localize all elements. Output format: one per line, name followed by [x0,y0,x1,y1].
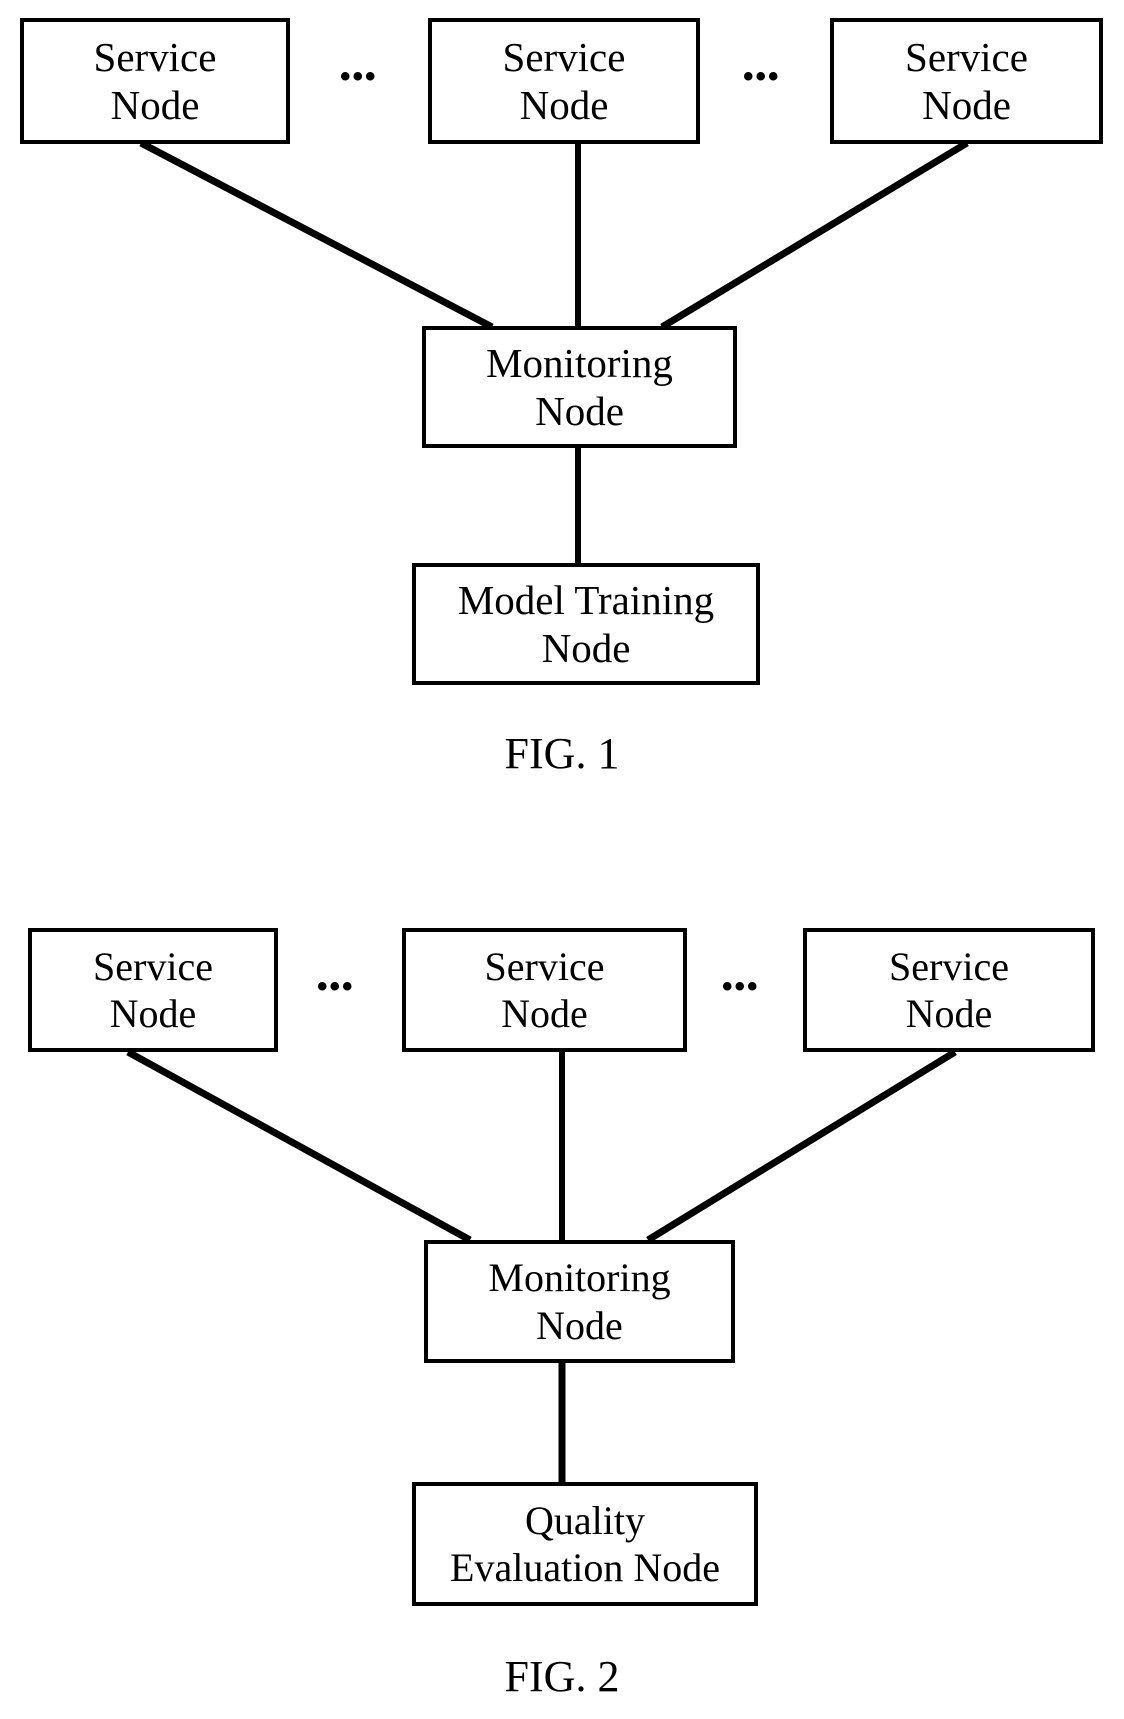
node-label-line2: Node [536,1302,623,1348]
node-label-line2: Evaluation Node [450,1545,720,1590]
node-label-line2: Node [922,82,1011,128]
connector-lines [126,139,969,1483]
fig2-service-node-middle[interactable]: Service Node [402,928,687,1052]
fig1-caption: FIG. 1 [504,729,620,778]
fig2-monitoring-node[interactable]: Monitoring Node [424,1240,735,1363]
node-label-line2: Node [109,991,197,1036]
edge-fig2-service-right-to-monitoring [646,1049,957,1243]
patent-figure-sheet: Service Node ••• Service Node ••• Servic… [0,0,1124,1719]
node-label-line1: Service [905,33,1028,80]
node-label-line1: Service [93,33,217,80]
node-label-line2: Node [519,82,609,128]
node-label-line1: Quality [525,1497,645,1543]
edge-fig1-service-left-to-monitoring [139,139,494,331]
fig1-monitoring-node[interactable]: Monitoring Node [422,326,737,448]
node-label-line1: Service [889,943,1009,989]
node-label-line1: Service [502,33,626,80]
fig1-service-node-middle[interactable]: Service Node [428,18,700,144]
node-label-line1: Service [484,943,605,989]
fig2-quality-evaluation-node[interactable]: Quality Evaluation Node [412,1482,758,1606]
fig2-service-node-left[interactable]: Service Node [28,928,278,1052]
node-label-line1: Monitoring [488,1255,671,1301]
fig1-service-node-right[interactable]: Service Node [830,18,1103,144]
fig1-ellipsis-right: ••• [743,60,781,93]
node-label-line2: Node [535,388,624,434]
node-label-line2: Node [110,82,200,128]
fig2-ellipsis-left: ••• [317,970,355,1003]
fig2-ellipsis-right: ••• [722,970,760,1003]
node-label-line1: Monitoring [486,339,673,386]
edge-fig2-service-left-to-monitoring [126,1048,472,1244]
node-label-line1: Model Training [457,576,715,623]
node-label-line2: Node [501,991,588,1036]
fig1-model-training-node[interactable]: Model Training Node [412,563,760,685]
node-label-line1: Service [93,943,213,989]
node-label-line2: Node [541,625,631,671]
node-label-line2: Node [905,991,993,1036]
edge-fig1-service-right-to-monitoring [660,140,969,330]
fig1-service-node-left[interactable]: Service Node [20,18,290,144]
fig2-caption: FIG. 2 [504,1652,620,1701]
fig1-ellipsis-left: ••• [340,60,378,93]
fig2-service-node-right[interactable]: Service Node [803,928,1095,1052]
